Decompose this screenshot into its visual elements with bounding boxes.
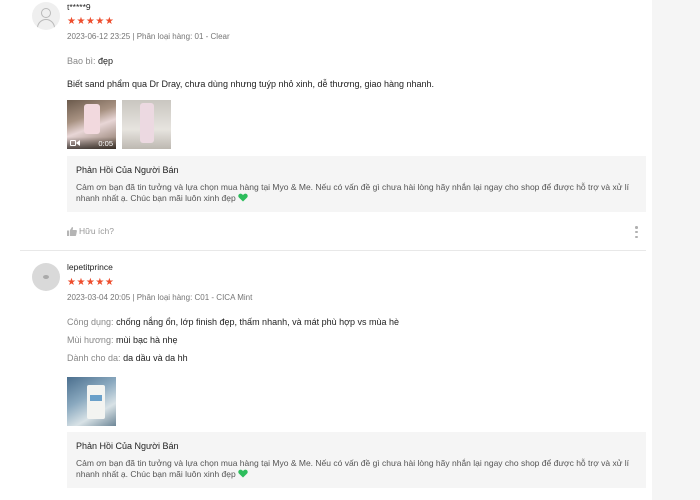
attribute-label: Dành cho da: (67, 353, 121, 363)
review-media: 0:05 (67, 100, 646, 149)
avatar[interactable] (32, 263, 60, 291)
seller-reply-text: Cảm ơn bạn đã tin tưởng và lựa chọn mua … (76, 458, 630, 479)
thumbs-up-icon (67, 226, 77, 236)
star-rating: ★★★★★ (67, 16, 115, 27)
attribute-value: đẹp (98, 56, 114, 66)
attribute-value: da dầu và da hh (123, 353, 188, 363)
video-camera-icon (70, 139, 80, 147)
review-attribute: Dành cho da: da dầu và da hh (67, 352, 646, 364)
star-rating: ★★★★★ (67, 277, 115, 288)
seller-reply-title: Phản Hồi Của Người Bán (76, 441, 179, 451)
review-meta: 2023-03-04 20:05 | Phân loại hàng: C01 -… (67, 293, 253, 302)
attribute-label: Bao bì: (67, 56, 96, 66)
seller-reply-text: Cảm ơn bạn đã tin tưởng và lựa chọn mua … (76, 182, 630, 203)
seller-reply: Phản Hồi Của Người Bán Cảm ơn bạn đã tin… (67, 432, 646, 488)
user-placeholder-icon (41, 8, 51, 18)
video-duration: 0:05 (98, 138, 113, 148)
helpful-button[interactable]: Hữu ích? (67, 225, 646, 237)
seller-reply-title: Phản Hồi Của Người Bán (76, 165, 179, 175)
attribute-label: Mùi hương: (67, 335, 114, 345)
green-heart-icon (238, 193, 248, 202)
right-gutter (652, 0, 700, 500)
review-attribute: Bao bì: đẹp (67, 55, 646, 67)
review-image-thumbnail[interactable] (67, 377, 116, 426)
helpful-label: Hữu ích? (79, 226, 114, 236)
review-meta: 2023-06-12 23:25 | Phân loại hàng: 01 - … (67, 32, 230, 41)
green-heart-icon (238, 469, 248, 478)
review-text: Biết sand phẩm qua Dr Dray, chưa dùng nh… (67, 79, 435, 89)
attribute-label: Công dụng: (67, 317, 114, 327)
attribute-value: chống nắng ổn, lớp finish đẹp, thấm nhan… (116, 317, 400, 327)
reviewer-name[interactable]: t*****9 (67, 2, 646, 13)
reviewer-name[interactable]: lepetitprince (67, 262, 646, 273)
review-image-thumbnail[interactable] (122, 100, 171, 149)
review-video-thumbnail[interactable]: 0:05 (67, 100, 116, 149)
review-divider (20, 250, 646, 251)
avatar[interactable] (32, 2, 60, 30)
seller-reply: Phản Hồi Của Người Bán Cảm ơn bạn đã tin… (67, 156, 646, 212)
more-options-icon[interactable] (635, 226, 638, 238)
review-attribute: Mùi hương: mùi bạc hà nhẹ (67, 334, 646, 346)
review-attribute: Công dụng: chống nắng ổn, lớp finish đẹp… (67, 316, 646, 328)
review-media (67, 377, 646, 426)
attribute-value: mùi bạc hà nhẹ (115, 335, 178, 345)
avatar-image (43, 275, 49, 279)
